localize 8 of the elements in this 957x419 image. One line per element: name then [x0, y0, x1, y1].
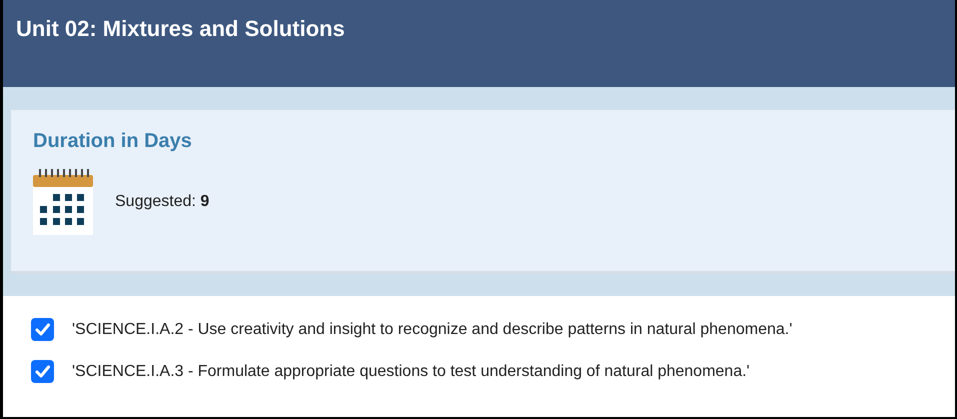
section-heading: Duration in Days	[33, 130, 193, 153]
standard-label: 'SCIENCE.I.A.2 - Use creativity and insight to recognize and describe patterns in natural phenomena.'	[72, 320, 792, 338]
unit-title: Unit 02: Mixtures and Solutions	[16, 15, 346, 42]
checkbox[interactable]	[31, 318, 54, 341]
checkbox[interactable]	[31, 360, 54, 383]
suggested-days: Suggested: 9	[115, 193, 210, 211]
calendar-icon	[33, 169, 93, 235]
standard-label: 'SCIENCE.I.A.3 - Formulate appropriate questions to test understanding of natural phenomena.'	[72, 362, 750, 380]
